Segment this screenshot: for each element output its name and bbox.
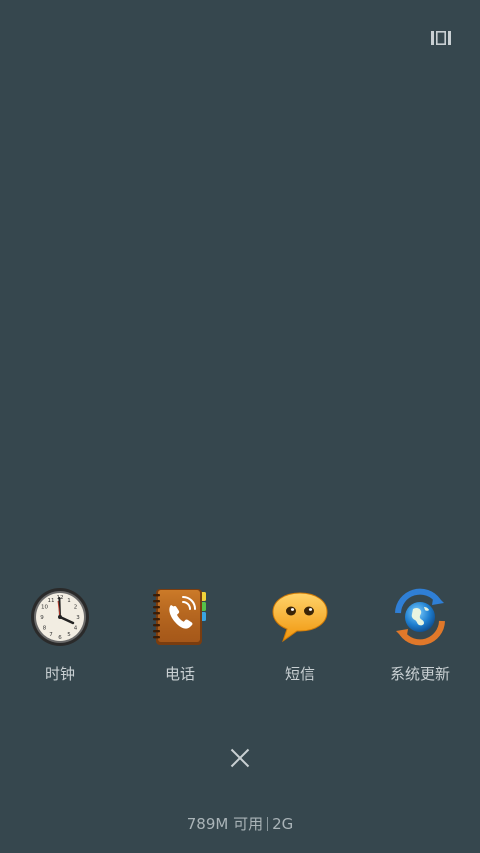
svg-text:8: 8 xyxy=(43,626,47,632)
app-label: 电话 xyxy=(164,665,195,683)
app-label: 时钟 xyxy=(44,665,75,683)
multi-window-button[interactable] xyxy=(428,28,454,48)
svg-text:11: 11 xyxy=(48,598,55,604)
recent-apps-row: 12 1 2 3 4 5 6 7 8 9 10 11 xyxy=(0,584,480,694)
app-system-update[interactable]: 系统更新 xyxy=(360,584,480,694)
svg-text:3: 3 xyxy=(76,615,80,621)
close-icon xyxy=(230,748,250,768)
svg-text:4: 4 xyxy=(74,626,78,632)
memory-separator xyxy=(267,817,269,831)
memory-total: 2G xyxy=(272,815,294,833)
clear-all-button[interactable] xyxy=(222,740,258,776)
clock-icon: 12 1 2 3 4 5 6 7 8 9 10 11 xyxy=(27,584,93,650)
memory-available: 789M 可用 xyxy=(186,815,264,833)
svg-text:2: 2 xyxy=(74,605,78,611)
svg-text:10: 10 xyxy=(41,605,48,611)
globe-update-icon xyxy=(387,584,453,650)
svg-text:1: 1 xyxy=(67,598,71,604)
app-label: 短信 xyxy=(284,665,315,683)
svg-text:9: 9 xyxy=(40,615,44,621)
app-messages[interactable]: 短信 xyxy=(240,584,360,694)
svg-text:5: 5 xyxy=(67,632,71,638)
svg-text:7: 7 xyxy=(49,632,53,638)
recent-apps-screen: 12 1 2 3 4 5 6 7 8 9 10 11 xyxy=(0,0,480,853)
svg-text:6: 6 xyxy=(58,635,62,641)
app-clock[interactable]: 12 1 2 3 4 5 6 7 8 9 10 11 xyxy=(0,584,120,694)
app-phone[interactable]: 电话 xyxy=(120,584,240,694)
multi-window-icon xyxy=(431,31,451,45)
memory-status: 789M 可用 2G xyxy=(0,814,480,834)
app-label: 系统更新 xyxy=(389,665,450,683)
phone-book-icon xyxy=(147,584,213,650)
message-bubble-icon xyxy=(267,584,333,650)
